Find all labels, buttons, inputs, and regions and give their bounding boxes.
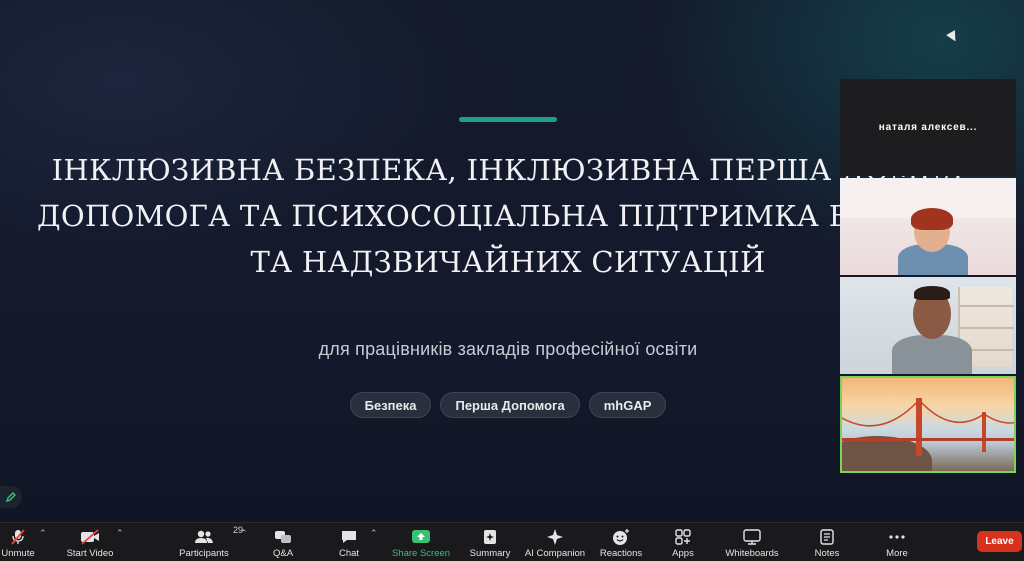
microphone-muted-icon	[9, 527, 27, 547]
emoji-icon	[611, 527, 631, 547]
bridge-cables	[842, 398, 1014, 427]
chat-label: Chat	[338, 548, 360, 559]
sparkle-icon	[546, 527, 564, 547]
notes-icon	[818, 527, 836, 547]
apps-icon	[674, 527, 692, 547]
participant-tile-video-1[interactable]	[840, 178, 1016, 275]
participant-hair	[911, 208, 953, 230]
slide-accent-bar	[459, 117, 557, 122]
leave-button[interactable]: Leave	[977, 531, 1022, 552]
share-screen-button[interactable]: Share Screen	[392, 527, 450, 561]
apps-button[interactable]: Apps	[668, 527, 698, 561]
chat-options-caret-icon[interactable]: ⌃	[370, 528, 378, 539]
notes-label: Notes	[814, 548, 840, 559]
tag-mhgap: mhGAP	[588, 392, 667, 418]
more-dots-icon	[888, 527, 906, 547]
participant-video-panel: наталя алексев...	[840, 79, 1016, 475]
start-video-button[interactable]: Start Video	[62, 527, 118, 561]
mouse-cursor-icon	[946, 30, 960, 44]
summary-icon	[481, 527, 499, 547]
video-options-caret-icon[interactable]: ⌃	[116, 528, 124, 539]
participant-name: наталя алексев...	[878, 122, 978, 133]
participants-button[interactable]: 29 Participants	[176, 525, 243, 561]
ai-companion-label: AI Companion	[524, 548, 586, 559]
whiteboards-label: Whiteboards	[725, 548, 779, 559]
participants-options-caret-icon[interactable]: ⌃	[240, 528, 248, 539]
ai-companion-button[interactable]: AI Companion	[524, 527, 586, 561]
more-label: More	[886, 548, 908, 559]
summary-button[interactable]: Summary	[468, 527, 512, 561]
unmute-button[interactable]: Unmute	[0, 527, 36, 561]
share-screen-icon	[411, 527, 431, 547]
participants-icon: 29	[193, 525, 243, 547]
tag-safety: Безпека	[349, 392, 432, 418]
participant-hair	[914, 286, 950, 300]
summary-label: Summary	[469, 548, 511, 559]
share-screen-label: Share Screen	[391, 548, 451, 559]
apps-label: Apps	[672, 548, 694, 559]
video-off-icon	[79, 527, 101, 547]
qa-button[interactable]: Q&A	[268, 527, 298, 561]
notes-button[interactable]: Notes	[810, 527, 844, 561]
reactions-label: Reactions	[599, 548, 643, 559]
start-video-label: Start Video	[66, 548, 114, 559]
unmute-label: Unmute	[1, 548, 35, 559]
participants-label: Participants	[179, 548, 229, 559]
qa-icon	[273, 527, 293, 547]
chat-button[interactable]: Chat	[334, 527, 364, 561]
tag-first-aid: Перша Допомога	[440, 392, 580, 418]
participant-tile-video-3[interactable]	[840, 376, 1016, 473]
reactions-button[interactable]: Reactions	[598, 527, 644, 561]
meeting-toolbar: Unmute ⌃ Start Video ⌃ 29 Participants ⌃	[0, 522, 1024, 561]
more-button[interactable]: More	[882, 527, 912, 561]
participant-figure	[892, 335, 972, 374]
audio-options-caret-icon[interactable]: ⌃	[39, 528, 47, 539]
chat-icon	[339, 527, 359, 547]
participant-tile-name[interactable]: наталя алексев...	[840, 79, 1016, 176]
participant-tile-video-2[interactable]	[840, 277, 1016, 374]
annotate-pencil-icon[interactable]	[0, 486, 22, 508]
whiteboard-icon	[742, 527, 762, 547]
whiteboards-button[interactable]: Whiteboards	[722, 527, 782, 561]
qa-label: Q&A	[272, 548, 294, 559]
